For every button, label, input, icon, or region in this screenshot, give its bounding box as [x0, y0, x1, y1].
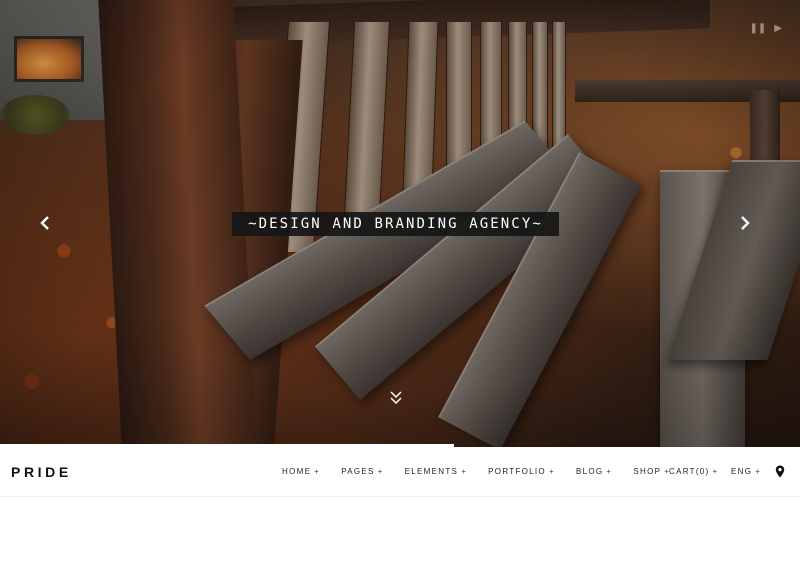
plus-icon: + — [314, 467, 321, 476]
chevron-left-icon — [40, 216, 49, 230]
plus-icon: + — [606, 467, 613, 476]
scroll-down-button[interactable] — [388, 390, 404, 406]
pause-icon[interactable]: ❚❚ — [750, 24, 767, 34]
cart-label: CART(0) — [669, 467, 710, 476]
nav-item-pages[interactable]: PAGES + — [341, 467, 383, 477]
plus-icon: + — [461, 467, 468, 476]
nav-item-label: PAGES — [341, 467, 375, 476]
double-chevron-down-icon — [390, 391, 402, 405]
chevron-right-icon — [741, 216, 750, 230]
next-slide-arrow[interactable] — [738, 216, 752, 232]
nav-item-shop[interactable]: SHOP + — [633, 467, 670, 477]
nav-item-label: SHOP — [633, 467, 662, 476]
play-icon[interactable]: ▶ — [774, 24, 782, 34]
language-label: ENG — [731, 467, 753, 476]
slider-controls: ❚❚ ▶ — [750, 24, 782, 34]
prev-slide-arrow[interactable] — [38, 216, 52, 232]
hero-tagline: ~DESIGN AND BRANDING AGENCY~ — [232, 212, 559, 236]
main-navbar: PRIDE HOME + PAGES + ELEMENTS + PORTFOLIO + … — [0, 447, 800, 497]
nav-item-elements[interactable]: ELEMENTS + — [405, 467, 468, 477]
plus-icon: + — [377, 467, 384, 476]
nav-item-label: PORTFOLIO — [488, 467, 546, 476]
language-selector[interactable]: ENG + — [731, 467, 761, 477]
hero-slider: ❚❚ ▶ ~DESIGN AND BRANDING AGENCY~ — [0, 0, 800, 447]
nav-item-label: ELEMENTS — [404, 467, 459, 476]
nav-item-label: HOME — [282, 467, 312, 476]
plus-icon: + — [712, 467, 719, 476]
nav-item-portfolio[interactable]: PORTFOLIO + — [488, 467, 555, 477]
nav-item-home[interactable]: HOME + — [282, 467, 320, 477]
site-logo[interactable]: PRIDE — [11, 464, 72, 480]
cart-link[interactable]: CART(0) + — [669, 467, 719, 477]
location-button[interactable] — [775, 465, 785, 478]
page-content — [0, 497, 800, 567]
plus-icon: + — [548, 467, 555, 476]
nav-item-blog[interactable]: BLOG + — [576, 467, 612, 477]
map-pin-icon — [775, 465, 785, 478]
nav-menu: HOME + PAGES + ELEMENTS + PORTFOLIO + BLOG + … — [282, 467, 691, 477]
plus-icon: + — [755, 467, 762, 476]
nav-item-label: BLOG — [575, 467, 604, 476]
